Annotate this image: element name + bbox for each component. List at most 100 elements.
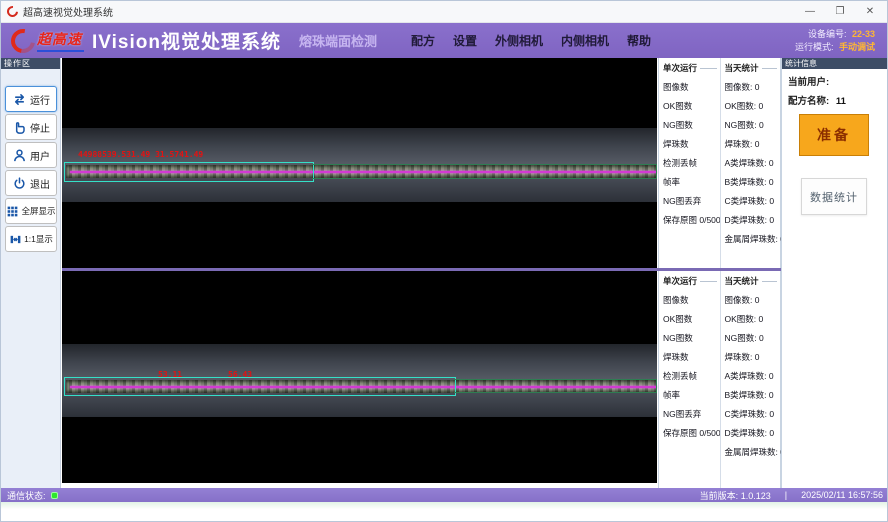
today-stats-column: 当天统计 图像数: 0OK图数: 0NG图数: 0焊珠数: 0A类焊珠数: 0B… xyxy=(720,58,781,268)
exit-button[interactable]: 退出 xyxy=(5,170,57,196)
main-menu: 配方 设置 外侧相机 内侧相机 帮助 xyxy=(411,32,651,49)
user-icon xyxy=(12,148,27,163)
sidebar-title: 操作区 xyxy=(1,58,60,69)
maximize-icon[interactable]: ❐ xyxy=(827,4,853,20)
prepare-button[interactable]: 准备 xyxy=(799,114,869,156)
camera1-roi-box xyxy=(64,162,314,182)
today-stat: 图像数: 0 xyxy=(725,291,781,310)
app-logo-icon xyxy=(5,4,20,19)
app-header: 超高速 IVision视觉处理系统 熔珠端面检测 配方 设置 外侧相机 内侧相机… xyxy=(1,23,888,58)
minimize-icon[interactable]: — xyxy=(797,4,823,20)
camera-view-inner[interactable]: 53.11 56.43 xyxy=(62,271,657,483)
version-value: 1.0.123 xyxy=(741,491,771,501)
single-run-stat: 帧率 xyxy=(663,173,720,192)
single-run-stat: 图像数 xyxy=(663,78,720,97)
statistics-info-panel: 统计信息 当前用户: 配方名称: 11 准备 数据统计 xyxy=(781,58,888,488)
today-stats-column: 当天统计 图像数: 0OK图数: 0NG图数: 0焊珠数: 0A类焊珠数: 0B… xyxy=(720,271,781,488)
run-button[interactable]: 运行 xyxy=(5,86,57,112)
comm-status-led-icon xyxy=(51,492,58,499)
hand-stop-icon xyxy=(12,120,27,135)
camera2-measurement-text-2: 56.43 xyxy=(228,370,252,379)
today-stat: B类焊珠数: 0 xyxy=(725,173,781,192)
menu-outer-camera[interactable]: 外侧相机 xyxy=(495,32,543,49)
info-panel-title: 统计信息 xyxy=(782,58,888,69)
camera2-contour-outline xyxy=(454,379,657,393)
today-stat: A类焊珠数: 0 xyxy=(725,154,781,173)
datetime-value: 2025/02/11 16:57:56 xyxy=(801,490,883,500)
camera2-measurement-text-1: 53.11 xyxy=(158,370,182,379)
today-stat: OK图数: 0 xyxy=(725,310,781,329)
run-icon xyxy=(12,92,27,107)
menu-help[interactable]: 帮助 xyxy=(627,32,651,49)
single-run-stat: 图像数 xyxy=(663,291,720,310)
stats-section-outer: 单次运行 图像数OK图数NG图数焊珠数检测丢帧帧率NG图丢弃保存原图 0/500… xyxy=(658,58,781,268)
single-run-title: 单次运行 xyxy=(663,62,720,74)
today-stats-title: 当天统计 xyxy=(725,275,781,287)
single-run-stat: 检测丢帧 xyxy=(663,154,720,173)
os-titlebar: 超高速视觉处理系统 — ❐ ✕ xyxy=(1,1,888,23)
today-stat: 图像数: 0 xyxy=(725,78,781,97)
stats-section-inner: 单次运行 图像数OK图数NG图数焊珠数检测丢帧帧率NG图丢弃保存原图 0/500… xyxy=(658,271,781,488)
today-stat: OK图数: 0 xyxy=(725,97,781,116)
single-run-stat: 焊珠数 xyxy=(663,135,720,154)
status-separator: | xyxy=(785,490,787,500)
run-mode-label: 运行模式: xyxy=(795,42,834,52)
run-mode-value: 手动调试 xyxy=(839,42,875,52)
power-icon xyxy=(12,176,27,191)
single-run-stat: 保存原图 0/500 xyxy=(663,424,720,443)
today-stat: D类焊珠数: 0 xyxy=(725,424,781,443)
page-title: IVision视觉处理系统 xyxy=(92,27,281,54)
single-run-stat: OK图数 xyxy=(663,97,720,116)
one-to-one-button[interactable]: 1:1显示 xyxy=(5,226,57,252)
status-bar: 通信状态: 当前版本: 1.0.123 | 2025/02/11 16:57:5… xyxy=(1,488,888,502)
today-stat: 金属屑焊珠数: 0 xyxy=(725,443,781,462)
version-label: 当前版本: xyxy=(700,491,739,501)
today-stat: 焊珠数: 0 xyxy=(725,348,781,367)
window-title: 超高速视觉处理系统 xyxy=(23,4,113,19)
camera1-contour-outline xyxy=(312,164,657,179)
camera-view-outer[interactable]: 44988539.531.49 31.5741.49 xyxy=(62,58,657,268)
app-window: 超高速视觉处理系统 — ❐ ✕ 超高速 IVision视觉处理系统 熔珠端面检测… xyxy=(0,0,888,522)
today-stat: A类焊珠数: 0 xyxy=(725,367,781,386)
today-stats-title: 当天统计 xyxy=(725,62,781,74)
brand-name: 超高速 xyxy=(37,29,84,52)
single-run-stat: NG图丢弃 xyxy=(663,192,720,211)
one-to-one-button-label: 1:1显示 xyxy=(24,233,53,245)
recipe-name-label: 配方名称: xyxy=(788,96,829,107)
fullscreen-grid-icon xyxy=(6,205,19,218)
user-button[interactable]: 用户 xyxy=(5,142,57,168)
run-button-label: 运行 xyxy=(30,92,50,107)
close-icon[interactable]: ✕ xyxy=(857,4,883,20)
single-run-stat: 检测丢帧 xyxy=(663,367,720,386)
fullscreen-button[interactable]: 全屏显示 xyxy=(5,198,57,224)
user-button-label: 用户 xyxy=(30,148,50,163)
data-statistics-button[interactable]: 数据统计 xyxy=(801,178,867,215)
single-run-column: 单次运行 图像数OK图数NG图数焊珠数检测丢帧帧率NG图丢弃保存原图 0/500 xyxy=(659,58,720,268)
menu-inner-camera[interactable]: 内侧相机 xyxy=(561,32,609,49)
single-run-stat: NG图数 xyxy=(663,116,720,135)
brand-swoosh-icon xyxy=(6,24,39,57)
camera1-measurement-text: 44988539.531.49 31.5741.49 xyxy=(78,150,203,159)
camera2-roi-box xyxy=(64,377,456,396)
comm-status-label: 通信状态: xyxy=(7,489,46,502)
recipe-name-value: 11 xyxy=(836,96,846,107)
menu-recipe[interactable]: 配方 xyxy=(411,32,435,49)
device-id-value: 22-33 xyxy=(852,29,875,39)
device-id-label: 设备编号: xyxy=(808,29,847,39)
current-user-label: 当前用户: xyxy=(788,77,829,88)
single-run-title: 单次运行 xyxy=(663,275,720,287)
single-run-stat: 帧率 xyxy=(663,386,720,405)
today-stat: D类焊珠数: 0 xyxy=(725,211,781,230)
exit-button-label: 退出 xyxy=(30,176,50,191)
single-run-stat: OK图数 xyxy=(663,310,720,329)
today-stat: B类焊珠数: 0 xyxy=(725,386,781,405)
fullscreen-button-label: 全屏显示 xyxy=(21,205,55,217)
one-to-one-icon xyxy=(9,233,22,246)
today-stat: 金属屑焊珠数: 0 xyxy=(725,230,781,249)
brand-logo: 超高速 xyxy=(11,29,84,53)
stop-button[interactable]: 停止 xyxy=(5,114,57,140)
today-stat: C类焊珠数: 0 xyxy=(725,192,781,211)
today-stat: NG图数: 0 xyxy=(725,329,781,348)
single-run-column: 单次运行 图像数OK图数NG图数焊珠数检测丢帧帧率NG图丢弃保存原图 0/500 xyxy=(659,271,720,488)
menu-settings[interactable]: 设置 xyxy=(453,32,477,49)
